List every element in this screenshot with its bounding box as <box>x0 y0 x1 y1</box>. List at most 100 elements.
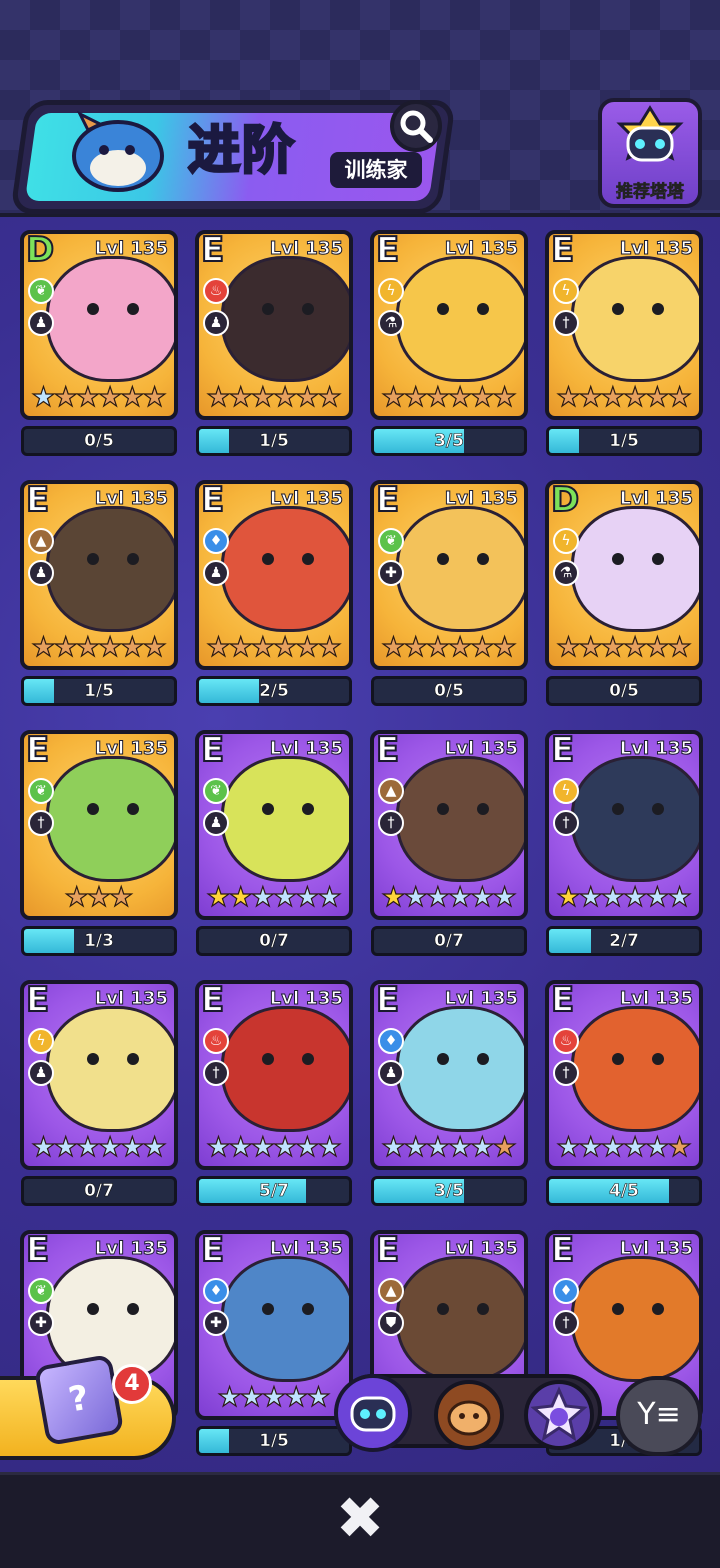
pet-card[interactable]: E Lvl 135 ϟ ⚗ ★ ★ ★ ★ ★ ★ <box>370 230 528 420</box>
pet-card[interactable]: E Lvl 135 ❦ ♟ ★ ★ ★ ★ ★ ★ <box>195 730 353 920</box>
silver-star-icon: ★ <box>425 881 450 913</box>
star-rating: ★ ★ ★ ★ ★ ★ <box>549 1128 699 1166</box>
upgrade-progress-bar: 1/3 <box>21 926 177 956</box>
bronze-star-icon: ★ <box>120 631 145 663</box>
pet-card[interactable]: E Lvl 135 ϟ † ★ ★ ★ ★ ★ ★ <box>545 230 703 420</box>
pet-card[interactable]: E Lvl 135 ♨ ♟ ★ ★ ★ ★ ★ ★ <box>195 230 353 420</box>
figure-role-icon: ♟ <box>203 560 229 586</box>
pet-grade: D <box>25 230 55 271</box>
progress-text: 1/5 <box>259 1431 289 1452</box>
star-rating: ★ ★ ★ ★ ★ ★ <box>24 1128 174 1166</box>
bronze-star-icon: ★ <box>317 381 342 413</box>
silver-star-icon: ★ <box>239 1381 264 1413</box>
bolt-element-icon: ϟ <box>378 278 404 304</box>
tab-hamster[interactable] <box>434 1380 504 1450</box>
gift-box-icon[interactable]: ? <box>33 1353 125 1447</box>
bronze-star-icon: ★ <box>470 631 495 663</box>
pet-level: Lvl 135 <box>619 988 693 1010</box>
pet-card[interactable]: E Lvl 135 ▲ ♟ ★ ★ ★ ★ ★ ★ <box>20 480 178 670</box>
fire-element-icon: ♨ <box>203 278 229 304</box>
bolt-element-icon: ϟ <box>553 528 579 554</box>
pet-level: Lvl 135 <box>444 488 518 510</box>
pet-eye <box>127 553 139 565</box>
pet-grade: E <box>200 980 225 1021</box>
pet-level: Lvl 135 <box>444 738 518 760</box>
rock-element-icon: ▲ <box>378 1278 404 1304</box>
recommend-button[interactable]: 推荐塔塔 <box>598 98 702 208</box>
pet-eye <box>652 1303 664 1315</box>
pet-level: Lvl 135 <box>619 1238 693 1260</box>
pet-card[interactable]: E Lvl 135 ▲ † ★ ★ ★ ★ ★ ★ <box>370 730 528 920</box>
bronze-star-icon: ★ <box>75 381 100 413</box>
pet-card[interactable]: E Lvl 135 ♨ † ★ ★ ★ ★ ★ ★ <box>545 980 703 1170</box>
pet-eye <box>302 553 314 565</box>
pet-card[interactable]: E Lvl 135 ❦ † ★ ★ ★ <box>20 730 178 920</box>
pet-card[interactable]: E Lvl 135 ♦ ♟ ★ ★ ★ ★ ★ ★ <box>370 980 528 1170</box>
bronze-star-icon: ★ <box>381 631 406 663</box>
bronze-star-icon: ★ <box>645 631 670 663</box>
silver-star-icon: ★ <box>403 881 428 913</box>
pet-card[interactable]: E Lvl 135 ϟ † ★ ★ ★ ★ ★ ★ <box>545 730 703 920</box>
pet-eye <box>612 803 624 815</box>
pet-level: Lvl 135 <box>269 238 343 260</box>
bronze-star-icon: ★ <box>667 381 692 413</box>
pet-grade: E <box>200 730 225 771</box>
pet-grade: E <box>550 730 575 771</box>
pet-card[interactable]: D Lvl 135 ❦ ♟ ★ ★ ★ ★ ★ ★ <box>20 230 178 420</box>
heal-role-icon: ✚ <box>203 1310 229 1336</box>
figure-role-icon: ♟ <box>203 810 229 836</box>
pet-portrait <box>221 1256 349 1382</box>
pet-eye <box>262 553 274 565</box>
tab-robot[interactable] <box>334 1374 412 1452</box>
bronze-star-icon: ★ <box>317 631 342 663</box>
upgrade-progress-bar: 1/5 <box>196 426 352 456</box>
tab-star-cat[interactable] <box>524 1380 594 1450</box>
silver-star-icon: ★ <box>600 881 625 913</box>
pet-card[interactable]: E Lvl 135 ♨ † ★ ★ ★ ★ ★ ★ <box>195 980 353 1170</box>
bronze-star-icon: ★ <box>600 631 625 663</box>
silver-star-icon: ★ <box>272 1131 298 1163</box>
star-rating: ★ ★ ★ ★ ★ ★ <box>374 628 524 666</box>
pet-card[interactable]: E Lvl 135 ♦ ♟ ★ ★ ★ ★ ★ ★ <box>195 480 353 670</box>
bronze-star-icon: ★ <box>403 631 428 663</box>
silver-star-icon: ★ <box>261 1381 287 1413</box>
silver-star-icon: ★ <box>645 881 670 913</box>
star-rating: ★ ★ ★ ★ ★ ★ <box>549 878 699 916</box>
silver-star-icon: ★ <box>470 881 495 913</box>
bronze-star-icon: ★ <box>425 381 450 413</box>
pet-portrait <box>396 256 524 382</box>
sword-role-icon: † <box>378 810 404 836</box>
pet-level: Lvl 135 <box>94 738 168 760</box>
bolt-element-icon: ϟ <box>553 278 579 304</box>
leaf-element-icon: ❦ <box>28 278 54 304</box>
flask-role-icon: ⚗ <box>378 310 404 336</box>
pet-card[interactable]: D Lvl 135 ϟ ⚗ ★ ★ ★ ★ ★ ★ <box>545 480 703 670</box>
leaf-element-icon: ❦ <box>28 1278 54 1304</box>
upgrade-progress-bar: 2/5 <box>196 676 352 706</box>
pet-eye <box>262 1053 274 1065</box>
pet-card[interactable]: E Lvl 135 ♦ ✚ ★ ★ ★ ★ ★ <box>195 1230 353 1420</box>
bronze-star-icon: ★ <box>86 881 112 913</box>
filter-button[interactable]: Y≡ <box>616 1376 702 1456</box>
pet-grade: E <box>375 1230 400 1271</box>
pet-card[interactable]: E Lvl 135 ❦ ✚ ★ ★ ★ ★ ★ ★ <box>370 480 528 670</box>
silver-star-icon: ★ <box>622 1131 648 1163</box>
bronze-star-icon: ★ <box>492 631 517 663</box>
upgrade-progress-bar: 1/5 <box>21 676 177 706</box>
upgrade-progress-bar: 1/5 <box>546 426 702 456</box>
upgrade-progress-bar: 0/5 <box>546 676 702 706</box>
figure-role-icon: ♟ <box>378 1060 404 1086</box>
bronze-star-icon: ★ <box>381 381 406 413</box>
pet-card[interactable]: E Lvl 135 ϟ ♟ ★ ★ ★ ★ ★ ★ <box>20 980 178 1170</box>
pet-eye <box>87 1053 99 1065</box>
search-button[interactable] <box>390 100 442 152</box>
pet-portrait <box>46 756 174 882</box>
progress-text: 5/7 <box>259 1181 289 1202</box>
star-rating: ★ ★ ★ <box>24 878 174 916</box>
pet-grade: E <box>200 480 225 521</box>
bronze-star-icon: ★ <box>645 381 670 413</box>
close-button[interactable]: ✖ <box>330 1488 390 1548</box>
pet-level: Lvl 135 <box>269 738 343 760</box>
pet-eye <box>477 553 489 565</box>
silver-star-icon: ★ <box>470 1131 495 1163</box>
